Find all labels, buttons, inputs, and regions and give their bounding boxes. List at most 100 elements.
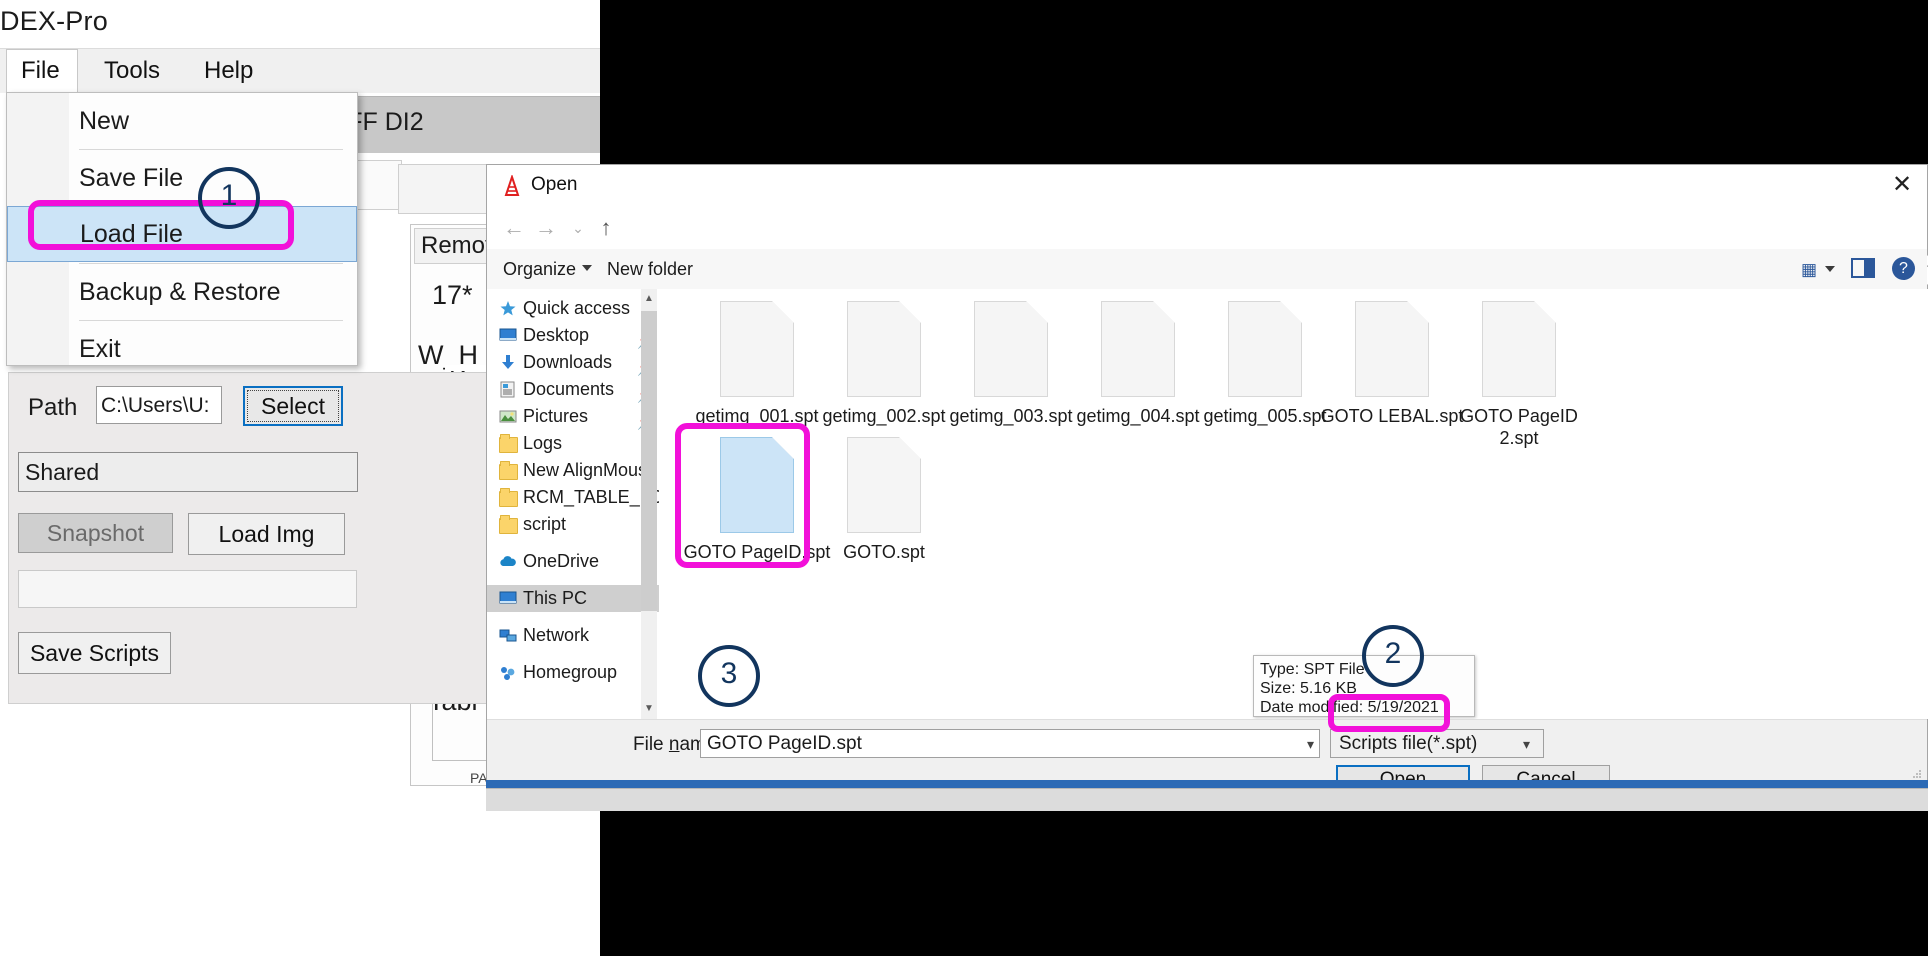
sidebar-item-label: OneDrive xyxy=(523,551,600,571)
folder-icon xyxy=(499,515,518,534)
monitor-icon xyxy=(499,591,517,604)
view-mode-icon[interactable]: ▦ xyxy=(1801,260,1817,280)
panel-b xyxy=(398,164,496,214)
file-icon xyxy=(847,301,921,397)
shared-input[interactable]: Shared xyxy=(18,452,358,492)
annotation-badge-1: 1 xyxy=(198,167,260,229)
annotation-badge-3: 3 xyxy=(698,645,760,707)
file-name-input[interactable]: GOTO PageID.spt xyxy=(700,729,1320,758)
sidebar-item-logs[interactable]: Logs xyxy=(487,430,659,457)
menu-item-backup-restore[interactable]: Backup & Restore xyxy=(7,264,357,320)
dialog-title-bar: Open ✕ xyxy=(487,165,1927,207)
back-icon[interactable]: ← xyxy=(499,214,529,242)
navigation-pane: Quick access Desktop 📌 Downloads 📌 xyxy=(487,289,660,719)
sidebar-item-this-pc[interactable]: This PC xyxy=(487,585,659,612)
dialog-title: Open xyxy=(531,174,578,195)
sidebar-item-label: Quick access xyxy=(523,298,631,318)
file-icon xyxy=(720,301,794,397)
sidebar-item-new-alignmouse[interactable]: New AlignMous xyxy=(487,457,659,484)
menu-help[interactable]: Help xyxy=(190,49,267,93)
sidebar-item-label: Pictures xyxy=(523,406,589,426)
path-label: Path xyxy=(28,394,78,421)
up-icon[interactable]: ↑ xyxy=(591,214,621,242)
sidebar-item-label: Desktop xyxy=(523,325,590,345)
app-logo-icon xyxy=(504,175,520,196)
new-folder-button[interactable]: New folder xyxy=(607,259,693,280)
sidebar-item-label: RCM_TABLE_LO xyxy=(523,487,659,507)
recent-locations-icon[interactable]: ⌄ xyxy=(563,214,593,242)
sidebar-item-rcm-table-log[interactable]: RCM_TABLE_LO xyxy=(487,484,659,511)
network-icon xyxy=(499,629,517,642)
remote-panel-line1: 17* xyxy=(432,280,473,310)
organize-button[interactable]: Organize xyxy=(503,259,576,280)
file-icon xyxy=(1228,301,1302,397)
documents-icon xyxy=(500,381,515,398)
sidebar-item-documents[interactable]: Documents 📌 xyxy=(487,376,659,403)
select-button[interactable]: Select xyxy=(243,386,343,426)
snapshot-button[interactable]: Snapshot xyxy=(18,513,173,553)
close-icon[interactable]: ✕ xyxy=(1877,165,1927,205)
scroll-down-icon[interactable]: ▼ xyxy=(641,699,657,719)
annotation-highlight-file-type xyxy=(1328,694,1450,732)
sidebar-item-label: Network xyxy=(523,625,590,645)
save-scripts-button[interactable]: Save Scripts xyxy=(18,632,171,674)
help-icon[interactable]: ? xyxy=(1892,257,1915,280)
folder-icon xyxy=(499,461,518,480)
sidebar-item-label: New AlignMous xyxy=(523,460,648,480)
load-img-button[interactable]: Load Img xyxy=(188,513,345,555)
resize-grip-icon[interactable] xyxy=(1912,769,1922,779)
annotation-badge-2: 2 xyxy=(1362,625,1424,687)
menu-file[interactable]: File xyxy=(6,49,78,93)
sidebar-item-label: Downloads xyxy=(523,352,613,372)
preview-pane-icon[interactable] xyxy=(1851,258,1875,278)
screenshot-root: DEX-Pro File Tools Help DI1_OFF DI2 g Re… xyxy=(0,0,1928,956)
file-icon xyxy=(974,301,1048,397)
sidebar-item-network[interactable]: Network xyxy=(487,622,659,649)
file-icon xyxy=(1482,301,1556,397)
sidebar-item-downloads[interactable]: Downloads 📌 xyxy=(487,349,659,376)
chevron-down-icon[interactable]: ▾ xyxy=(1523,736,1530,753)
chevron-down-icon[interactable]: ▾ xyxy=(1307,736,1314,753)
file-icon xyxy=(847,437,921,533)
file-name-label: GOTO PageID 2.spt xyxy=(1460,406,1578,448)
sidebar-item-pictures[interactable]: Pictures 📌 xyxy=(487,403,659,430)
dialog-toolbar: Organize New folder ▦ ? xyxy=(487,249,1927,290)
app-title: DEX-Pro xyxy=(0,6,108,36)
menu-item-new[interactable]: New xyxy=(7,93,357,149)
navigation-bar: ← → ⌄ ↑ ›This PC›Desktop›script ⌄ ↻ Sear… xyxy=(487,207,1928,285)
forward-icon[interactable]: → xyxy=(531,214,561,242)
scroll-up-icon[interactable]: ▲ xyxy=(641,289,657,309)
sidebar-item-label: Documents xyxy=(523,379,615,399)
sidebar-item-label: script xyxy=(523,514,567,534)
sidebar-item-script[interactable]: script xyxy=(487,511,659,538)
path-input[interactable]: C:\Users\U: xyxy=(96,386,222,424)
file-icon xyxy=(1355,301,1429,397)
scrollbar-thumb[interactable] xyxy=(641,311,657,611)
menu-item-exit[interactable]: Exit xyxy=(7,321,357,377)
sidebar-item-desktop[interactable]: Desktop 📌 xyxy=(487,322,659,349)
sidebar-item-label: Logs xyxy=(523,433,563,453)
annotation-highlight-selected-file xyxy=(675,423,810,568)
star-icon xyxy=(500,301,516,316)
sidebar-item-onedrive[interactable]: OneDrive xyxy=(487,548,659,575)
window-behind-strip xyxy=(486,788,1928,811)
chevron-down-icon[interactable] xyxy=(582,265,592,271)
menu-tools[interactable]: Tools xyxy=(90,49,174,93)
folder-icon xyxy=(499,434,518,453)
cloud-icon xyxy=(500,556,516,566)
sidebar-item-label: Homegroup xyxy=(523,662,618,682)
monitor-icon xyxy=(499,328,517,341)
file-item[interactable]: GOTO PageID 2.spt xyxy=(1429,301,1609,449)
file-item[interactable]: GOTO.spt xyxy=(794,437,974,563)
file-type-dropdown[interactable]: Scripts file(*.spt) xyxy=(1330,729,1544,758)
blank-input[interactable] xyxy=(18,570,357,608)
folder-icon xyxy=(499,488,518,507)
sidebar-item-homegroup[interactable]: Homegroup xyxy=(487,659,659,686)
pictures-icon xyxy=(499,410,517,423)
sidebar-item-quick-access[interactable]: Quick access xyxy=(487,295,659,322)
menu-item-save-file[interactable]: Save File xyxy=(7,150,357,206)
sidebar-item-label: This PC xyxy=(523,588,588,608)
chevron-down-icon[interactable] xyxy=(1825,266,1835,272)
navpane-scrollbar[interactable]: ▲ ▼ xyxy=(641,289,657,719)
dialog-footer: File name: GOTO PageID.spt ▾ Scripts fil… xyxy=(487,719,1927,795)
